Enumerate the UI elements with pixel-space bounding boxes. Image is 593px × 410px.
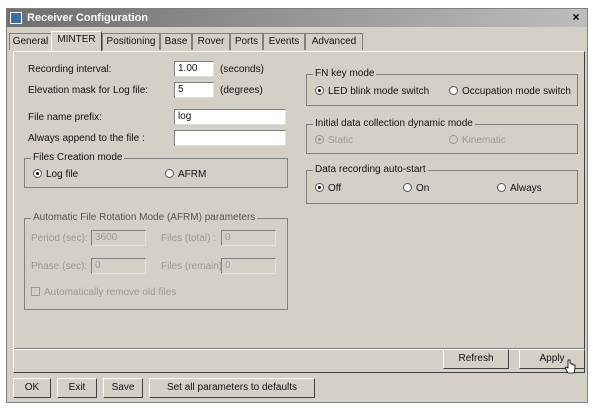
phase-label: Phase (sec): bbox=[31, 261, 88, 272]
tab-rover[interactable]: Rover bbox=[192, 33, 230, 50]
radio-dot-icon bbox=[449, 135, 458, 144]
files-remain-input[interactable]: 0 bbox=[221, 258, 276, 274]
elevation-mask-unit: (degrees) bbox=[220, 85, 263, 96]
radio-kinematic[interactable]: Kinematic bbox=[449, 135, 506, 146]
radio-kinematic-label: Kinematic bbox=[462, 135, 506, 146]
radio-off-label: Off bbox=[328, 183, 342, 194]
radio-led-blink[interactable]: LED blink mode switch bbox=[315, 86, 429, 97]
radio-afrm-label: AFRM bbox=[178, 169, 207, 180]
radio-static-label: Static bbox=[328, 135, 354, 146]
set-defaults-button[interactable]: Set all parameters to defaults bbox=[149, 378, 315, 398]
radio-dot-icon bbox=[165, 169, 174, 178]
tab-general[interactable]: General bbox=[9, 33, 52, 50]
radio-dot-icon bbox=[315, 86, 324, 95]
hand-cursor-icon bbox=[564, 359, 576, 374]
auto-start-title: Data recording auto-start bbox=[313, 164, 428, 175]
afrm-title: Automatic File Rotation Mode (AFRM) para… bbox=[31, 212, 258, 223]
recording-interval-input[interactable]: 1.00 bbox=[174, 61, 214, 77]
tab-positioning[interactable]: Positioning bbox=[102, 33, 160, 50]
close-icon[interactable]: × bbox=[569, 10, 583, 24]
fn-key-title: FN key mode bbox=[313, 68, 377, 79]
auto-remove-checkbox[interactable]: Automatically remove old files bbox=[31, 287, 176, 298]
tab-events[interactable]: Events bbox=[263, 33, 305, 50]
app-icon bbox=[10, 12, 22, 24]
phase-input[interactable]: 0 bbox=[91, 258, 146, 274]
radio-always-label: Always bbox=[510, 183, 542, 194]
radio-log-file[interactable]: Log file bbox=[33, 169, 78, 180]
title-bar: Receiver Configuration × bbox=[7, 9, 587, 27]
dynamic-mode-group: Initial data collection dynamic mode Sta… bbox=[306, 118, 578, 154]
afrm-group: Automatic File Rotation Mode (AFRM) para… bbox=[24, 212, 288, 310]
files-total-label: Files (total) : bbox=[161, 233, 217, 244]
recording-interval-label: Recording interval: bbox=[28, 64, 112, 75]
tab-advanced[interactable]: Advanced bbox=[305, 33, 363, 50]
radio-dot-icon bbox=[315, 135, 324, 144]
radio-always[interactable]: Always bbox=[497, 183, 542, 194]
file-prefix-label: File name prefix: bbox=[28, 112, 102, 123]
exit-button[interactable]: Exit bbox=[57, 378, 97, 398]
radio-on-label: On bbox=[416, 183, 430, 194]
radio-on[interactable]: On bbox=[403, 183, 429, 194]
dynamic-mode-title: Initial data collection dynamic mode bbox=[313, 118, 475, 129]
radio-dot-icon bbox=[497, 183, 506, 192]
files-creation-title: Files Creation mode bbox=[31, 152, 125, 163]
recording-interval-unit: (seconds) bbox=[220, 64, 264, 75]
period-label: Period (sec): bbox=[31, 233, 88, 244]
radio-occupation-label: Occupation mode switch bbox=[462, 86, 571, 97]
receiver-configuration-window: Receiver Configuration × General MINTER … bbox=[6, 8, 588, 403]
files-remain-label: Files (remain): bbox=[161, 261, 225, 272]
minter-panel: Recording interval: 1.00 (seconds) Eleva… bbox=[13, 51, 585, 373]
checkbox-icon bbox=[31, 287, 40, 296]
radio-dot-icon bbox=[403, 183, 412, 192]
ok-button[interactable]: OK bbox=[13, 378, 51, 398]
auto-start-group: Data recording auto-start Off On Always bbox=[306, 164, 578, 204]
refresh-button[interactable]: Refresh bbox=[443, 349, 509, 369]
auto-remove-label: Automatically remove old files bbox=[44, 287, 177, 298]
tab-base[interactable]: Base bbox=[160, 33, 192, 50]
radio-dot-icon bbox=[33, 169, 42, 178]
radio-dot-icon bbox=[315, 183, 324, 192]
radio-led-blink-label: LED blink mode switch bbox=[328, 86, 430, 97]
radio-dot-icon bbox=[449, 86, 458, 95]
window-title: Receiver Configuration bbox=[27, 12, 149, 24]
fn-key-group: FN key mode LED blink mode switch Occupa… bbox=[306, 68, 578, 106]
save-button[interactable]: Save bbox=[103, 378, 143, 398]
period-input[interactable]: 3600 bbox=[91, 230, 146, 246]
append-input[interactable] bbox=[174, 130, 286, 146]
tab-minter[interactable]: MINTER bbox=[51, 31, 102, 51]
radio-afrm[interactable]: AFRM bbox=[165, 169, 206, 180]
tab-ports[interactable]: Ports bbox=[230, 33, 263, 50]
radio-off[interactable]: Off bbox=[315, 183, 341, 194]
radio-occupation[interactable]: Occupation mode switch bbox=[449, 86, 571, 97]
radio-static[interactable]: Static bbox=[315, 135, 353, 146]
radio-log-file-label: Log file bbox=[46, 169, 79, 180]
files-total-input[interactable]: 0 bbox=[221, 230, 276, 246]
file-prefix-input[interactable]: log bbox=[174, 109, 286, 125]
files-creation-group: Files Creation mode Log file AFRM bbox=[24, 152, 288, 188]
elevation-mask-input[interactable]: 5 bbox=[174, 82, 214, 98]
append-label: Always append to the file : bbox=[28, 133, 145, 144]
elevation-mask-label: Elevation mask for Log file: bbox=[28, 85, 149, 96]
